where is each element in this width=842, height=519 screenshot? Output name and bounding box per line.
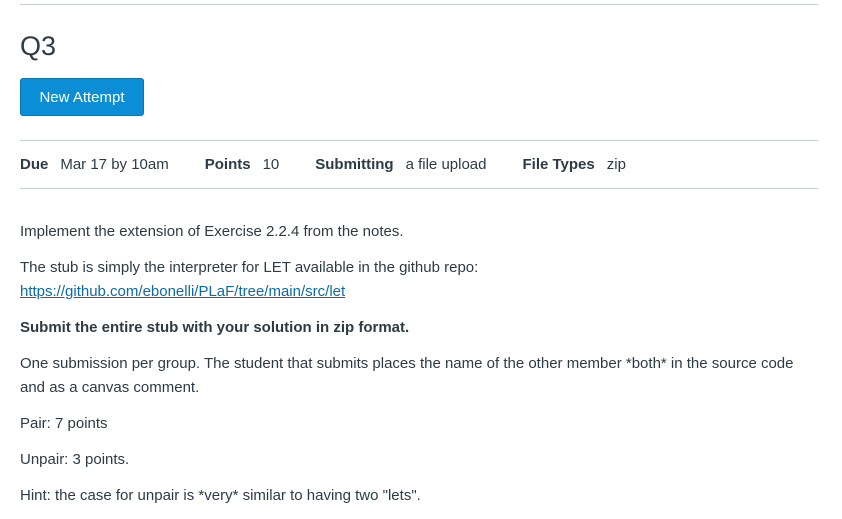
submitting-value: a file upload xyxy=(405,155,487,173)
description-paragraph: Hint: the case for unpair is *very* simi… xyxy=(20,487,421,504)
description-paragraph: The stub is simply the interpreter for L… xyxy=(20,256,810,304)
points-value: 10 xyxy=(262,155,280,173)
submitting-label: Submitting xyxy=(315,155,394,173)
page-title: Q3 xyxy=(20,31,57,61)
file-types-detail: File Types zip xyxy=(523,156,626,173)
details-bottom-divider xyxy=(20,188,818,189)
points-detail: Points 10 xyxy=(205,156,280,173)
assignment-page: Q3 New Attempt Due Mar 17 by 10am Points… xyxy=(0,0,842,519)
description-paragraph: Implement the extension of Exercise 2.2.… xyxy=(20,223,404,240)
repo-intro-text: The stub is simply the interpreter for L… xyxy=(20,259,479,276)
description-paragraph: Submit the entire stub with your solutio… xyxy=(20,316,810,340)
due-value: Mar 17 by 10am xyxy=(60,155,169,173)
file-types-label: File Types xyxy=(522,155,595,173)
due-detail: Due Mar 17 by 10am xyxy=(20,156,169,173)
submission-instruction: Submit the entire stub with your solutio… xyxy=(20,319,410,336)
top-divider xyxy=(20,4,818,5)
new-attempt-button[interactable]: New Attempt xyxy=(20,78,144,116)
github-repo-link[interactable]: https://github.com/ebonelli/PLaF/tree/ma… xyxy=(20,283,345,300)
assignment-description: Implement the extension of Exercise 2.2.… xyxy=(20,220,810,519)
file-types-value: zip xyxy=(606,155,626,173)
description-paragraph: Pair: 7 points xyxy=(20,415,108,432)
submitting-detail: Submitting a file upload xyxy=(315,156,486,173)
due-label: Due xyxy=(20,155,49,173)
details-top-divider xyxy=(20,140,818,141)
description-paragraph: One submission per group. The student th… xyxy=(20,355,794,396)
assignment-details: Due Mar 17 by 10am Points 10 Submitting … xyxy=(20,154,662,174)
points-label: Points xyxy=(204,155,251,173)
description-paragraph: Unpair: 3 points. xyxy=(20,451,130,468)
